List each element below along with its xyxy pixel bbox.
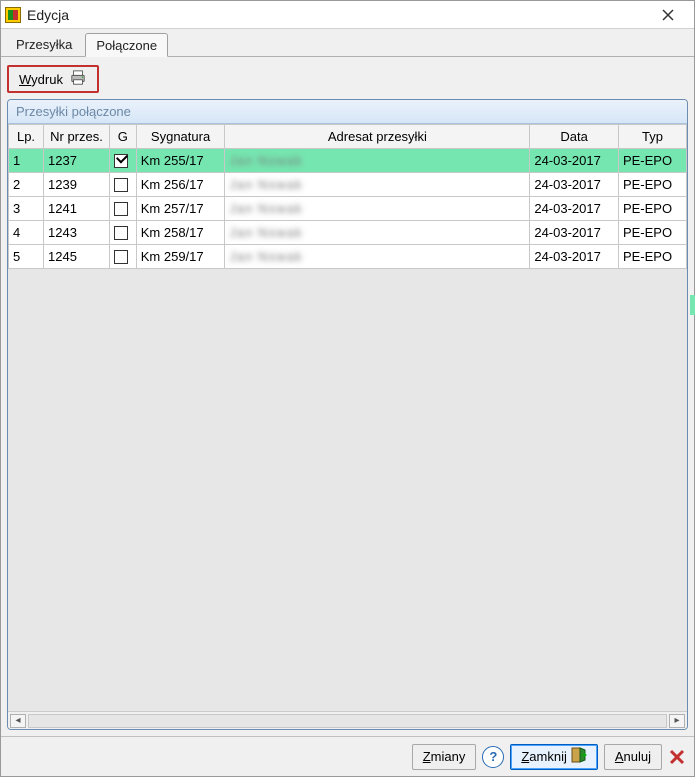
window-close-button[interactable] [648,3,688,27]
checkbox-g[interactable] [114,178,128,192]
table-row[interactable]: 51245 Km 259/17 Jan Nowak 24-03-2017PE-EPO [9,245,687,269]
help-button[interactable]: ? [482,746,504,768]
table-row[interactable]: 41243 Km 258/17 Jan Nowak 24-03-2017PE-EPO [9,221,687,245]
adresat-value: Jan Nowak [229,177,302,192]
cell-typ: PE-EPO [618,197,686,221]
close-button[interactable]: Zamknij [510,744,598,770]
print-button[interactable]: Wydruk [7,65,99,93]
edit-window: Edycja Przesyłka Połączone Wydruk [0,0,695,777]
cell-typ: PE-EPO [618,173,686,197]
tab-polaczone[interactable]: Połączone [85,33,168,57]
printer-icon [69,70,87,89]
shipments-grid[interactable]: Lp. Nr przes. G Sygnatura Adresat przesy… [8,124,687,269]
cell-lp: 3 [9,197,44,221]
tab-label: Przesyłka [16,37,72,52]
grid-header-row: Lp. Nr przes. G Sygnatura Adresat przesy… [9,125,687,149]
cell-nr: 1239 [44,173,110,197]
cell-lp: 4 [9,221,44,245]
cell-data: 24-03-2017 [530,173,619,197]
cell-lp: 5 [9,245,44,269]
checkbox-g[interactable] [114,202,128,216]
adresat-value: Jan Nowak [229,153,302,168]
cell-sygnatura: Km 259/17 [136,245,225,269]
close-icon [662,9,674,21]
window-title: Edycja [27,7,648,23]
cell-adresat: Jan Nowak [225,149,530,173]
cell-data: 24-03-2017 [530,149,619,173]
col-header-data[interactable]: Data [530,125,619,149]
table-row[interactable]: 31241 Km 257/17 Jan Nowak 24-03-2017PE-EPO [9,197,687,221]
cell-g [109,173,136,197]
scroll-track[interactable] [28,714,667,728]
cell-adresat: Jan Nowak [225,245,530,269]
grid-area: Lp. Nr przes. G Sygnatura Adresat przesy… [8,124,687,729]
cell-nr: 1241 [44,197,110,221]
cell-adresat: Jan Nowak [225,173,530,197]
cancel-button[interactable]: Anuluj [604,744,662,770]
button-bar: Zmiany ? Zamknij Anuluj [1,736,694,776]
changes-button[interactable]: Zmiany [412,744,477,770]
grid-body: 11237Km 255/17Jan Nowak24-03-2017PE-EPO2… [9,149,687,269]
tab-przesylka[interactable]: Przesyłka [5,32,83,56]
checkbox-g[interactable] [114,250,128,264]
col-header-g[interactable]: G [109,125,136,149]
adresat-value: Jan Nowak [229,201,302,216]
cell-nr: 1243 [44,221,110,245]
door-exit-icon [571,747,587,766]
cell-sygnatura: Km 257/17 [136,197,225,221]
col-header-typ[interactable]: Typ [618,125,686,149]
cell-typ: PE-EPO [618,221,686,245]
cell-g [109,221,136,245]
tab-label: Połączone [96,38,157,53]
grid-empty-area [8,269,687,711]
cell-typ: PE-EPO [618,245,686,269]
cell-data: 24-03-2017 [530,197,619,221]
adresat-value: Jan Nowak [229,225,302,240]
cell-lp: 2 [9,173,44,197]
cell-sygnatura: Km 256/17 [136,173,225,197]
linked-shipments-panel: Przesyłki połączone Lp. Nr przes. G Sygn… [7,99,688,730]
horizontal-scrollbar[interactable]: ◂ ▸ [8,711,687,729]
col-header-nr[interactable]: Nr przes. [44,125,110,149]
cancel-x-icon [668,748,686,766]
cell-nr: 1245 [44,245,110,269]
titlebar: Edycja [1,1,694,29]
toolbar: Wydruk [1,57,694,99]
cell-g [109,245,136,269]
adresat-value: Jan Nowak [229,249,302,264]
cell-data: 24-03-2017 [530,221,619,245]
cell-data: 24-03-2017 [530,245,619,269]
cell-g [109,149,136,173]
checkbox-g[interactable] [114,226,128,240]
col-header-sygnatura[interactable]: Sygnatura [136,125,225,149]
checkbox-g[interactable] [114,154,128,168]
col-header-adresat[interactable]: Adresat przesyłki [225,125,530,149]
app-icon [5,7,21,23]
cell-lp: 1 [9,149,44,173]
cell-nr: 1237 [44,149,110,173]
cell-adresat: Jan Nowak [225,221,530,245]
cell-typ: PE-EPO [618,149,686,173]
table-row[interactable]: 21239 Km 256/17 Jan Nowak 24-03-2017PE-EPO [9,173,687,197]
cell-g [109,197,136,221]
cell-sygnatura: Km 258/17 [136,221,225,245]
tab-bar: Przesyłka Połączone [1,29,694,57]
table-row[interactable]: 11237 Km 255/17 Jan Nowak 24-03-2017PE-EPO [9,149,687,173]
vscroll-marker-icon [690,295,695,315]
cell-adresat: Jan Nowak [225,197,530,221]
cell-sygnatura: Km 255/17 [136,149,225,173]
col-header-lp[interactable]: Lp. [9,125,44,149]
scroll-left-button[interactable]: ◂ [10,714,26,728]
panel-title: Przesyłki połączone [8,100,687,124]
scroll-right-button[interactable]: ▸ [669,714,685,728]
